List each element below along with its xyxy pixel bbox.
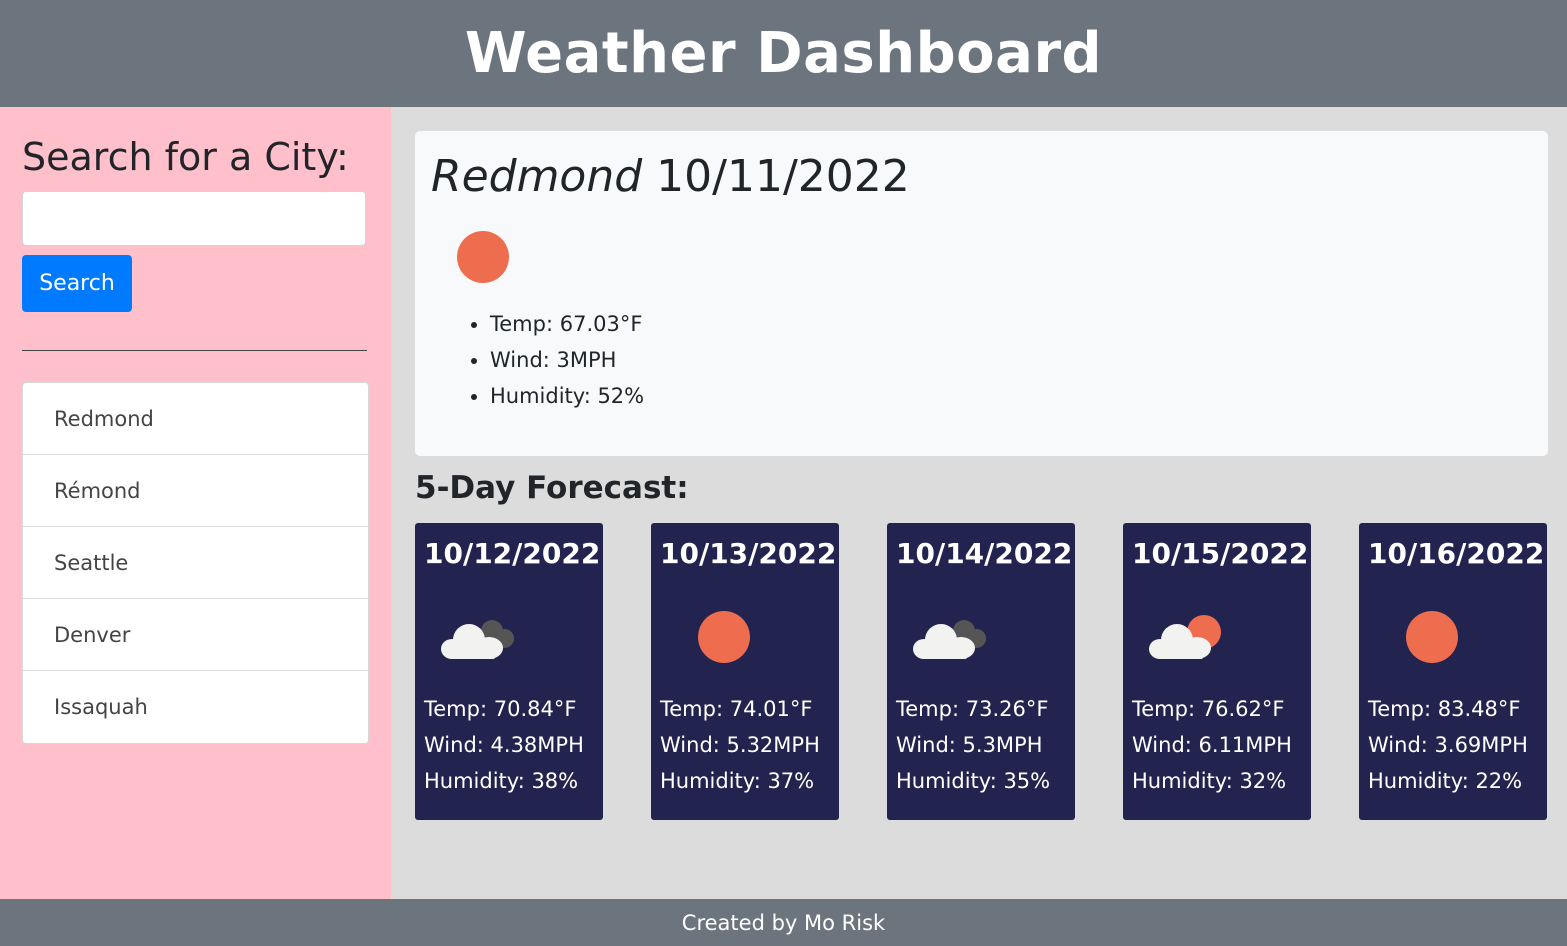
- forecast-temp: Temp: 76.62°F: [1132, 697, 1285, 721]
- sun-icon: [1406, 611, 1458, 663]
- forecast-temp: Temp: 83.48°F: [1368, 697, 1521, 721]
- forecast-card: 10/12/2022 Temp: 70.84°F Wind: 4.38MPH H…: [415, 523, 603, 820]
- footer: Created by Mo Risk: [0, 899, 1567, 946]
- forecast-card: 10/16/2022 Temp: 83.48°F Wind: 3.69MPH H…: [1359, 523, 1547, 820]
- sidebar-divider: [22, 350, 367, 351]
- history-item-redmond[interactable]: Redmond: [23, 383, 368, 455]
- history-item-denver[interactable]: Denver: [23, 599, 368, 671]
- forecast-card: 10/14/2022 Temp: 73.26°F Wind: 5.3MPH Hu…: [887, 523, 1075, 820]
- search-history-list: Redmond Rémond Seattle Denver Issaquah: [22, 382, 369, 744]
- history-item-issaquah[interactable]: Issaquah: [23, 671, 368, 743]
- forecast-temp: Temp: 74.01°F: [660, 697, 813, 721]
- current-temp: Temp: 67.03°F: [490, 306, 644, 342]
- forecast-date: 10/14/2022: [896, 537, 1073, 570]
- forecast-humidity: Humidity: 38%: [424, 769, 579, 793]
- forecast-date: 10/12/2022: [424, 537, 601, 570]
- search-button[interactable]: Search: [22, 255, 132, 312]
- sun-behind-cloud-icon: [1147, 609, 1227, 665]
- history-item-remond[interactable]: Rémond: [23, 455, 368, 527]
- current-humidity: Humidity: 52%: [490, 378, 644, 414]
- current-city: Redmond: [431, 151, 643, 202]
- forecast-date: 10/15/2022: [1132, 537, 1309, 570]
- dark-cloud-icon: [911, 609, 991, 665]
- forecast-temp: Temp: 73.26°F: [896, 697, 1049, 721]
- sun-icon: [457, 231, 509, 283]
- dark-cloud-icon: [439, 609, 519, 665]
- forecast-wind: Wind: 3.69MPH: [1368, 733, 1528, 757]
- current-wind: Wind: 3MPH: [490, 342, 644, 378]
- forecast-date: 10/16/2022: [1368, 537, 1545, 570]
- forecast-wind: Wind: 6.11MPH: [1132, 733, 1292, 757]
- forecast-humidity: Humidity: 22%: [1368, 769, 1523, 793]
- forecast-temp: Temp: 70.84°F: [424, 697, 577, 721]
- page-title: Weather Dashboard: [464, 21, 1103, 86]
- main-content: Redmond 10/11/2022 Temp: 67.03°F Wind: 3…: [391, 107, 1567, 899]
- forecast-wind: Wind: 4.38MPH: [424, 733, 584, 757]
- search-heading: Search for a City:: [22, 135, 349, 179]
- forecast-wind: Wind: 5.3MPH: [896, 733, 1043, 757]
- current-stats: Temp: 67.03°F Wind: 3MPH Humidity: 52%: [431, 306, 644, 414]
- forecast-humidity: Humidity: 35%: [896, 769, 1051, 793]
- forecast-date: 10/13/2022: [660, 537, 837, 570]
- forecast-card: 10/15/2022 Temp: 76.62°F Wind: 6.11MPH H…: [1123, 523, 1311, 820]
- forecast-humidity: Humidity: 37%: [660, 769, 815, 793]
- history-item-seattle[interactable]: Seattle: [23, 527, 368, 599]
- sun-icon: [698, 611, 750, 663]
- forecast-card: 10/13/2022 Temp: 74.01°F Wind: 5.32MPH H…: [651, 523, 839, 820]
- app-header: Weather Dashboard: [0, 0, 1567, 107]
- current-date: 10/11/2022: [656, 151, 910, 202]
- sidebar: Search for a City: Search Redmond Rémond…: [0, 107, 391, 899]
- footer-credit: Created by Mo Risk: [681, 910, 886, 935]
- current-title: Redmond 10/11/2022: [431, 151, 910, 202]
- current-weather-card: Redmond 10/11/2022 Temp: 67.03°F Wind: 3…: [415, 131, 1548, 456]
- forecast-wind: Wind: 5.32MPH: [660, 733, 820, 757]
- forecast-humidity: Humidity: 32%: [1132, 769, 1287, 793]
- city-search-input[interactable]: [22, 191, 366, 246]
- forecast-heading: 5-Day Forecast:: [415, 470, 689, 506]
